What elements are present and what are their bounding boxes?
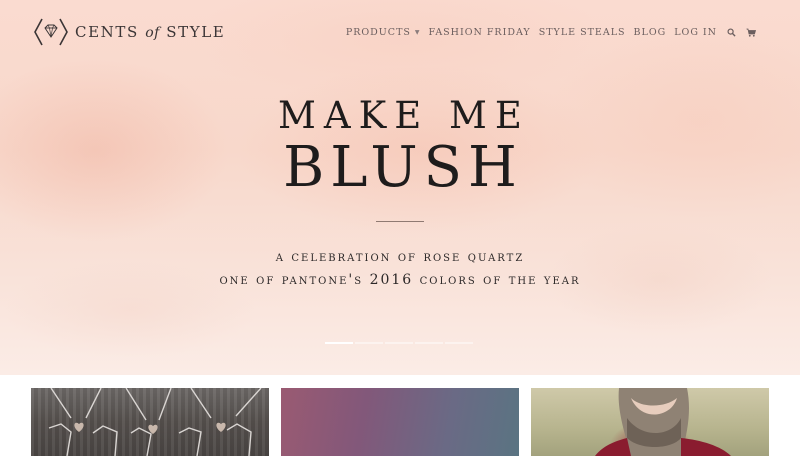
hero-banner[interactable]: CENTS of STYLE PRODUCTS ▼ FASHION FRIDAY…	[0, 0, 800, 375]
product-tile-scarf[interactable]	[531, 388, 769, 456]
scarf-model-image	[595, 388, 731, 456]
logo-word-of: of	[145, 25, 160, 41]
nav-item-blog[interactable]: BLOG	[634, 27, 667, 38]
logo-word-style: STYLE	[166, 23, 226, 41]
nav-item-fashion-friday[interactable]: FASHION FRIDAY	[429, 27, 531, 38]
main-nav: PRODUCTS ▼ FASHION FRIDAY STYLE STEALS B…	[346, 25, 756, 39]
slider-indicators	[325, 342, 475, 345]
hero-subtitle-line1: a celebration of rose quartz	[275, 249, 525, 265]
nav-item-style-steals[interactable]: STYLE STEALS	[539, 27, 626, 38]
diamond-logo-icon	[33, 17, 69, 47]
chevron-down-icon: ▼	[414, 28, 421, 36]
cart-icon[interactable]	[746, 28, 756, 37]
hero-subtitle-line2: one of pantone's 2016 colors of the year	[219, 272, 581, 288]
slider-dot-3[interactable]	[385, 342, 413, 344]
logo-text: CENTS of STYLE	[75, 23, 225, 41]
search-icon[interactable]	[727, 27, 736, 37]
hero-divider	[376, 221, 424, 222]
nav-item-log-in[interactable]: LOG IN	[674, 27, 717, 38]
hero-headline-line1: MAKE ME	[278, 94, 530, 137]
hero-headline-line2: BLUSH	[283, 135, 523, 200]
product-tile-gradient[interactable]	[281, 388, 519, 456]
necklace-image	[48, 388, 262, 456]
slider-dot-4[interactable]	[415, 342, 443, 344]
logo-word-cents: CENTS	[75, 23, 139, 41]
nav-item-products[interactable]: PRODUCTS ▼	[346, 27, 421, 38]
product-tile-necklaces[interactable]	[31, 388, 269, 456]
site-logo[interactable]: CENTS of STYLE	[33, 17, 225, 47]
slider-dot-2[interactable]	[355, 342, 383, 344]
nav-item-products-label: PRODUCTS	[345, 26, 411, 38]
slider-dot-1[interactable]	[325, 342, 353, 344]
slider-dot-5[interactable]	[445, 342, 473, 344]
